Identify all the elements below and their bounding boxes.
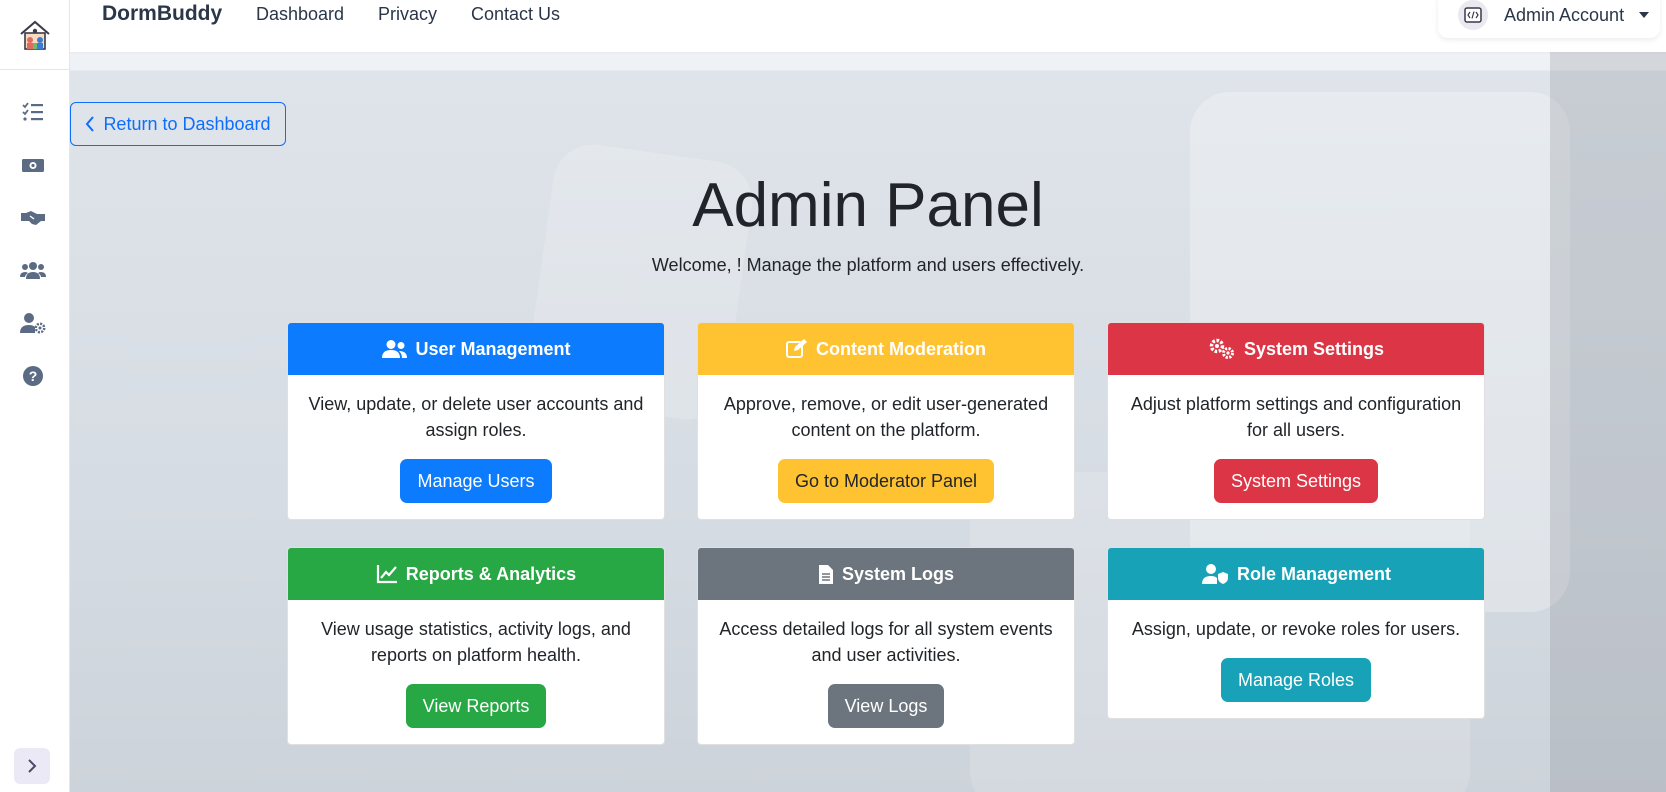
go-to-moderator-panel-button[interactable]: Go to Moderator Panel [777,459,995,503]
manage-users-button[interactable]: Manage Users [400,459,552,503]
account-name: Admin Account [1504,4,1625,25]
card-header: Content Moderation [698,323,1074,375]
card-body: View usage statistics, activity logs, an… [288,600,664,744]
card-text: View usage statistics, activity logs, an… [321,619,631,665]
sidebar: ? [0,0,70,792]
card-role-management: Role Management Assign, update, or revok… [1107,547,1485,719]
money-icon[interactable] [20,152,46,178]
code-icon [1464,7,1482,23]
user-shield-icon [1201,564,1228,584]
card-text: Assign, update, or revoke roles for user… [1131,619,1461,639]
account-dropdown[interactable]: Admin Account [1438,0,1660,38]
card-title: Content Moderation [816,338,986,359]
users-icon[interactable] [20,257,46,283]
caret-down-icon [1639,12,1650,18]
view-logs-button[interactable]: View Logs [827,684,945,728]
system-settings-button[interactable]: System Settings [1213,459,1379,503]
handshake-icon[interactable] [20,205,46,231]
sidebar-expand-button[interactable] [14,748,50,784]
sidebar-logo[interactable] [0,0,69,70]
card-text: Adjust platform settings and configurati… [1130,394,1462,440]
chevron-left-icon [86,116,95,132]
card-user-management: User Management View, update, or delete … [287,322,665,520]
help-icon[interactable]: ? [20,363,46,389]
view-reports-button[interactable]: View Reports [405,684,547,728]
card-title: System Settings [1243,338,1385,359]
welcome-text: Welcome, ! Manage the platform and users… [651,255,1085,275]
top-navbar: DormBuddy Dashboard Privacy Contact Us A… [70,0,1666,52]
file-icon [818,564,833,584]
card-system-logs: System Logs Access detailed logs for all… [697,547,1075,745]
card-reports-analytics: Reports & Analytics View usage statistic… [287,547,665,745]
card-header: System Settings [1108,323,1484,375]
brand-link[interactable]: DormBuddy [102,2,222,26]
avatar [1458,0,1488,30]
card-header: System Logs [698,548,1074,600]
tasks-list-icon[interactable] [20,99,46,125]
card-title: Reports & Analytics [405,563,577,584]
nav-dashboard[interactable]: Dashboard [256,4,344,25]
card-header: User Management [288,323,664,375]
edit-icon [786,339,807,358]
nav-privacy[interactable]: Privacy [378,4,437,25]
house-logo-icon[interactable] [18,18,52,52]
gears-icon [1209,338,1234,359]
card-body: Access detailed logs for all system even… [698,600,1074,744]
main-content: Return to Dashboard Admin Panel Welcome,… [70,52,1666,792]
card-text: Access detailed logs for all system even… [719,619,1053,665]
manage-roles-button[interactable]: Manage Roles [1220,658,1372,702]
card-header: Reports & Analytics [288,548,664,600]
card-text: Approve, remove, or edit user-generated … [723,394,1049,440]
card-body: Assign, update, or revoke roles for user… [1108,600,1484,718]
users-icon [382,340,408,358]
card-content-moderation: Content Moderation Approve, remove, or e… [697,322,1075,520]
page-title: Admin Panel [692,171,1044,240]
svg-text:?: ? [29,368,38,384]
card-body: Approve, remove, or edit user-generated … [698,375,1074,519]
chevron-right-icon [28,759,37,773]
card-text: View, update, or delete user accounts an… [308,394,644,440]
user-gear-icon[interactable] [20,310,46,336]
card-title: User Management [415,338,571,359]
card-body: Adjust platform settings and configurati… [1108,375,1484,519]
card-title: Role Management [1236,563,1392,584]
card-header: Role Management [1108,548,1484,600]
card-body: View, update, or delete user accounts an… [288,375,664,519]
background-shape [1550,52,1666,792]
card-system-settings: System Settings Adjust platform settings… [1107,322,1485,520]
chart-line-icon [376,565,397,584]
return-label: Return to Dashboard [103,113,271,134]
nav-contact-us[interactable]: Contact Us [471,4,560,25]
return-to-dashboard-button[interactable]: Return to Dashboard [70,102,286,146]
card-title: System Logs [841,563,955,584]
